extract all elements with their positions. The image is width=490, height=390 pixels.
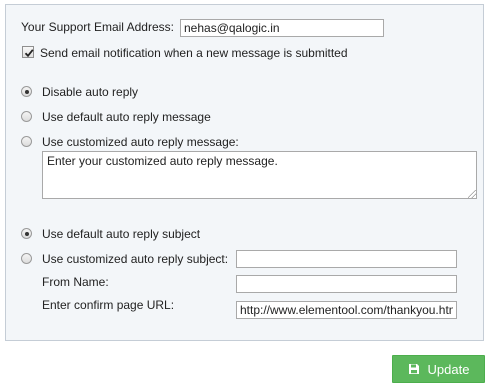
notify-label: Send email notification when a new messa…: [40, 46, 348, 60]
confirm-url-label: Enter confirm page URL:: [42, 298, 175, 312]
radio-disable-auto-reply[interactable]: [21, 86, 32, 97]
notify-checkbox[interactable]: [22, 46, 34, 58]
confirm-url-input[interactable]: [236, 301, 457, 319]
update-button[interactable]: Update: [392, 355, 485, 383]
default-auto-reply-label: Use default auto reply message: [42, 110, 211, 124]
default-subject-label: Use default auto reply subject: [42, 227, 201, 241]
radio-custom-auto-reply[interactable]: [21, 136, 32, 147]
support-email-input[interactable]: [180, 19, 384, 37]
from-name-input[interactable]: [236, 275, 457, 293]
disable-auto-reply-label: Disable auto reply: [42, 85, 139, 99]
radio-default-auto-reply[interactable]: [21, 111, 32, 122]
checkmark-icon: [24, 49, 34, 58]
radio-default-subject[interactable]: [21, 228, 32, 239]
custom-message-textarea[interactable]: Enter your customized auto reply message…: [42, 151, 477, 199]
floppy-disk-icon: [408, 363, 420, 375]
custom-auto-reply-label: Use customized auto reply message:: [42, 135, 239, 149]
custom-subject-label: Use customized auto reply subject:: [42, 252, 229, 266]
custom-message-wrapper: Enter your customized auto reply message…: [42, 151, 477, 199]
custom-subject-input[interactable]: [236, 250, 457, 268]
resize-grip-icon[interactable]: [468, 190, 476, 198]
radio-custom-subject[interactable]: [21, 253, 32, 264]
update-button-label: Update: [427, 361, 470, 377]
support-email-label: Your Support Email Address:: [21, 20, 174, 34]
from-name-label: From Name:: [42, 275, 109, 289]
